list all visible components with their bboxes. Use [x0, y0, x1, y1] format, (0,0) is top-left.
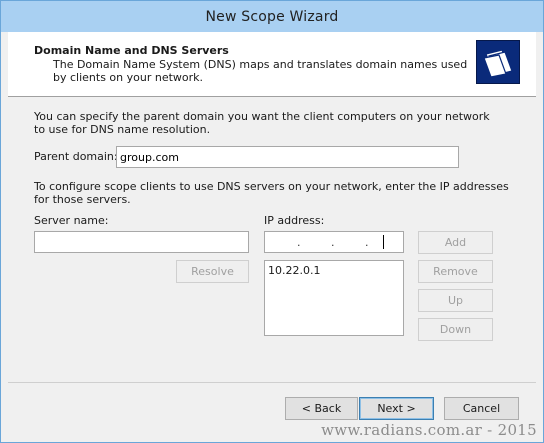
down-button[interactable]: Down — [418, 318, 493, 341]
cancel-button[interactable]: Cancel — [444, 397, 519, 420]
ip-address-list[interactable]: 10.22.0.1 — [264, 260, 404, 336]
parent-domain-label: Parent domain: — [34, 150, 118, 163]
back-button[interactable]: < Back — [285, 397, 358, 420]
text-cursor — [383, 235, 384, 249]
dns-servers-text: To configure scope clients to use DNS se… — [34, 180, 509, 206]
next-button[interactable]: Next > — [359, 397, 434, 420]
list-item[interactable]: 10.22.0.1 — [265, 261, 403, 281]
ip-separator: . — [297, 236, 301, 249]
intro-text: You can specify the parent domain you wa… — [34, 110, 490, 136]
add-button[interactable]: Add — [418, 231, 493, 254]
window-title: New Scope Wizard — [205, 8, 339, 25]
ip-separator: . — [365, 236, 369, 249]
remove-button[interactable]: Remove — [418, 260, 493, 283]
resolve-button[interactable]: Resolve — [176, 260, 249, 283]
page-title: Domain Name and DNS Servers — [34, 44, 229, 57]
ip-separator: . — [331, 236, 335, 249]
title-bar[interactable]: New Scope Wizard — [1, 1, 543, 32]
server-name-input[interactable] — [34, 231, 249, 253]
ip-address-input[interactable]: . . . — [264, 231, 404, 253]
page-subtitle: The Domain Name System (DNS) maps and tr… — [53, 58, 468, 84]
wizard-header: Domain Name and DNS Servers The Domain N… — [8, 32, 536, 97]
wizard-window: New Scope Wizard Domain Name and DNS Ser… — [0, 0, 544, 443]
parent-domain-input[interactable] — [116, 146, 459, 168]
wizard-client-area: Domain Name and DNS Servers The Domain N… — [8, 32, 536, 433]
ip-address-label: IP address: — [264, 214, 325, 227]
watermark: www.radians.com.ar - 2015 — [321, 421, 537, 439]
footer-divider — [8, 382, 536, 383]
up-button[interactable]: Up — [418, 289, 493, 312]
server-name-label: Server name: — [34, 214, 109, 227]
folders-icon — [476, 40, 520, 84]
